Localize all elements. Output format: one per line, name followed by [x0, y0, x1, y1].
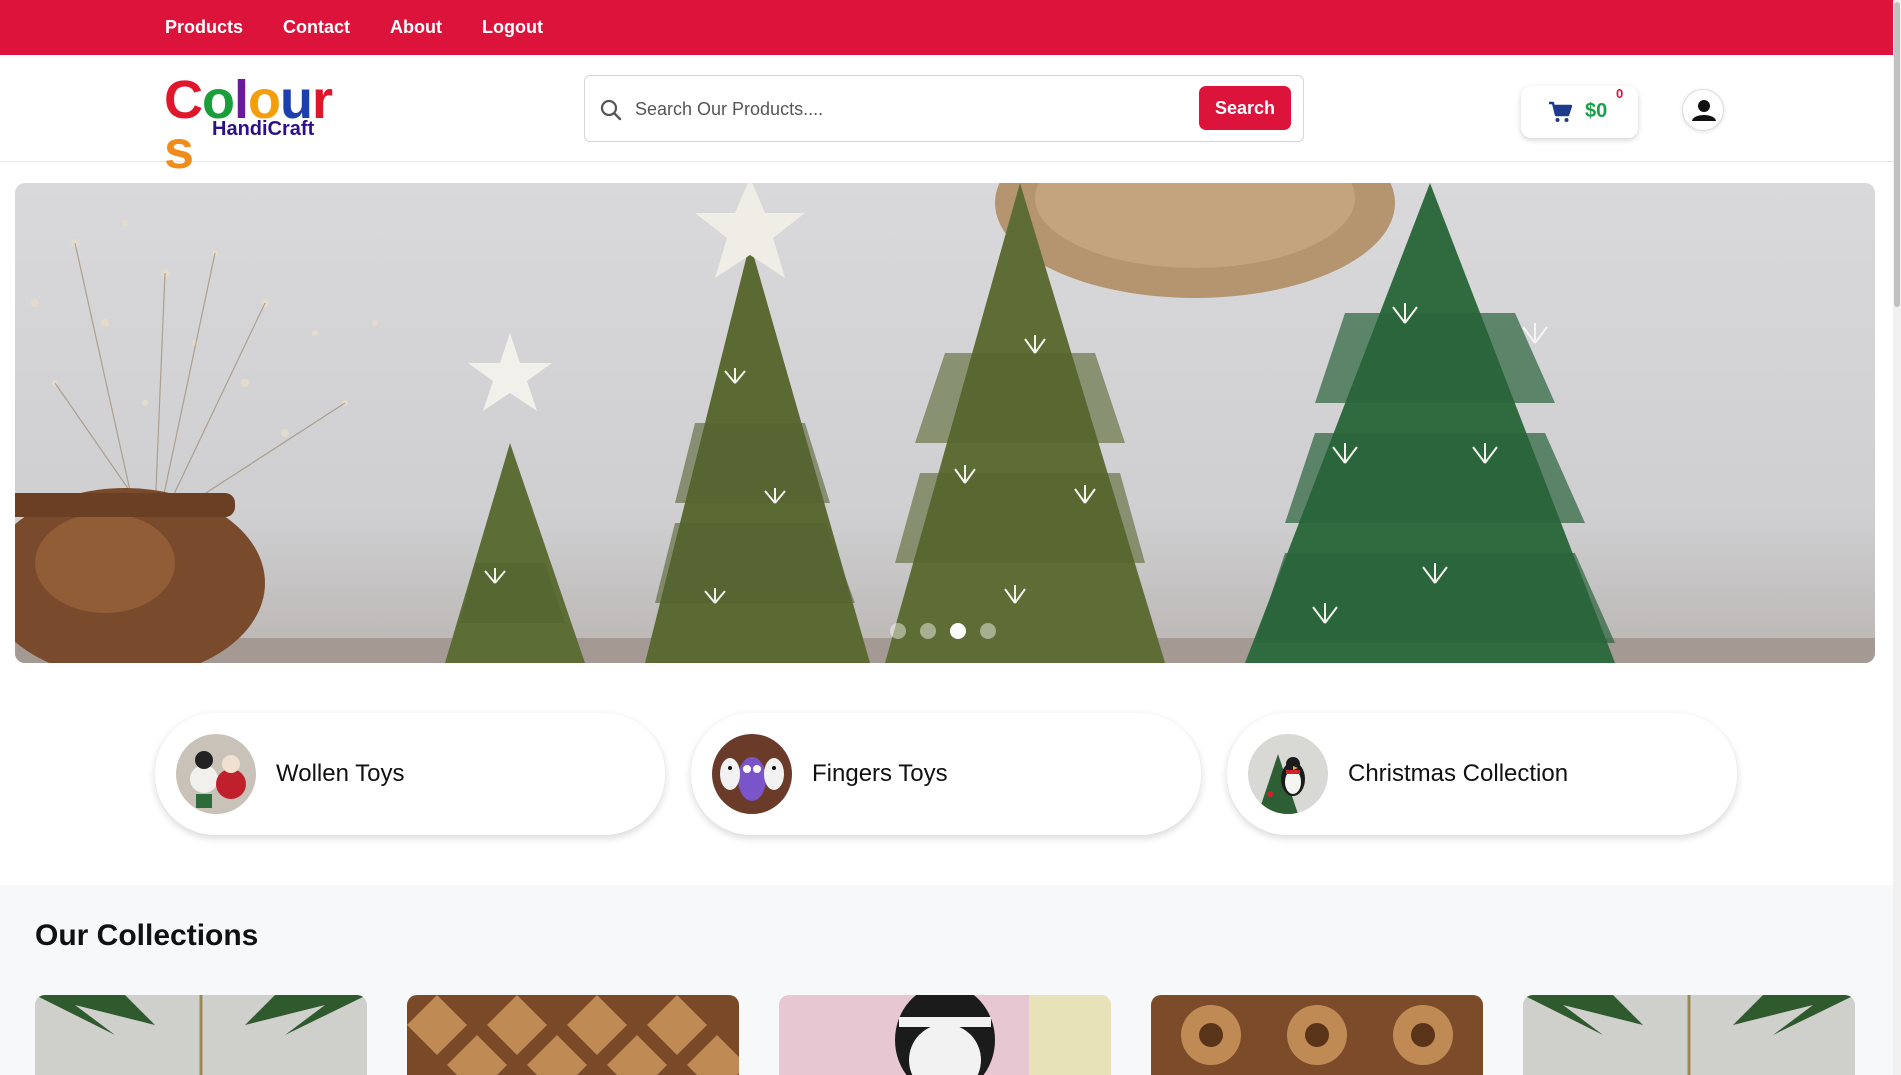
collections-heading: Our Collections: [35, 919, 259, 952]
collection-card[interactable]: [35, 995, 367, 1075]
category-label: Fingers Toys: [812, 760, 948, 787]
carousel-dot-4[interactable]: [980, 623, 996, 639]
top-nav-bar: Products Contact About Logout: [0, 0, 1893, 55]
collection-cards: [35, 995, 1855, 1075]
hero-slide-image: [15, 183, 1875, 663]
nav-link-logout[interactable]: Logout: [482, 17, 543, 38]
scrollbar-thumb[interactable]: [1894, 2, 1900, 307]
category-thumbnail: [712, 734, 792, 814]
site-header: Colours HandiCraft Search $0 0: [0, 55, 1893, 177]
cart-count-badge: 0: [1616, 86, 1624, 101]
carousel-dot-3[interactable]: [950, 623, 966, 639]
category-label: Christmas Collection: [1348, 760, 1569, 787]
category-thumbnail: [1248, 734, 1328, 814]
brand-letter: r: [312, 70, 333, 130]
brand-tagline: HandiCraft: [212, 118, 315, 140]
carousel-dot-1[interactable]: [890, 623, 906, 639]
brand-logo[interactable]: Colours HandiCraft: [164, 70, 354, 177]
collection-card[interactable]: [407, 995, 739, 1075]
brand-letter: s: [164, 120, 194, 180]
brand-letter: C: [164, 70, 203, 130]
nav-link-products[interactable]: Products: [165, 17, 243, 38]
nav-link-about[interactable]: About: [390, 17, 442, 38]
collection-card[interactable]: [1523, 995, 1855, 1075]
search-bar: Search: [584, 75, 1304, 142]
category-list: Wollen Toys Fingers Toys Christmas Colle…: [155, 713, 1737, 835]
category-label: Wollen Toys: [276, 760, 405, 787]
top-nav-links: Products Contact About Logout: [165, 0, 543, 55]
search-button[interactable]: Search: [1199, 86, 1291, 130]
collection-card[interactable]: [1151, 995, 1483, 1075]
collections-section: Our Collections: [0, 885, 1893, 1075]
collection-card[interactable]: [779, 995, 1111, 1075]
cart-total: $0: [1585, 100, 1608, 122]
shopping-cart-icon: [1548, 101, 1573, 123]
hero-carousel[interactable]: [15, 183, 1875, 663]
category-fingers-toys[interactable]: Fingers Toys: [691, 713, 1201, 835]
cart-button[interactable]: $0 0: [1521, 86, 1638, 138]
search-input[interactable]: [635, 90, 1235, 128]
category-christmas-collection[interactable]: Christmas Collection: [1227, 713, 1737, 835]
nav-link-contact[interactable]: Contact: [283, 17, 350, 38]
page-scrollbar[interactable]: [1893, 0, 1901, 1075]
carousel-indicators: [890, 623, 996, 639]
category-thumbnail: [176, 734, 256, 814]
category-wollen-toys[interactable]: Wollen Toys: [155, 713, 665, 835]
user-account-button[interactable]: [1682, 89, 1724, 131]
user-avatar-icon: [1692, 100, 1716, 121]
search-icon: [599, 98, 623, 122]
carousel-dot-2[interactable]: [920, 623, 936, 639]
